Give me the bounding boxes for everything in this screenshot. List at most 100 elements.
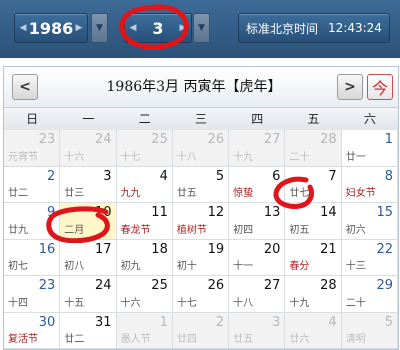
clock-label: 标准北京时间 xyxy=(246,21,319,36)
day-cell[interactable]: 24 十六 xyxy=(60,130,117,167)
day-number: 26 xyxy=(207,132,225,147)
month-prev-arrow-icon[interactable]: ◀ xyxy=(125,14,141,42)
year-next-arrow-icon[interactable]: ▶ xyxy=(71,14,87,42)
year-dropdown-icon[interactable]: ▼ xyxy=(91,13,108,43)
weekday-label: 五 xyxy=(307,112,320,126)
day-number: 21 xyxy=(320,241,337,257)
calendar-title: 1986年3月 丙寅年【虎年】 xyxy=(106,79,282,95)
day-cell[interactable]: 18 初九 xyxy=(116,239,173,276)
day-number: 1 xyxy=(159,314,168,330)
day-number: 10 xyxy=(95,205,112,220)
day-cell[interactable]: 13 初四 xyxy=(229,203,286,240)
day-cell[interactable]: 2 廿二 xyxy=(4,166,61,203)
lunar-date: 十八 xyxy=(233,297,254,309)
day-number: 17 xyxy=(95,241,112,257)
day-number: 13 xyxy=(263,205,281,220)
day-number: 5 xyxy=(384,314,393,330)
weekday-label: 一 xyxy=(82,112,95,126)
day-cell[interactable]: 15 初六 xyxy=(341,203,398,240)
day-cell[interactable]: 22 十三 xyxy=(341,239,398,276)
lunar-date: 清明 xyxy=(345,334,366,345)
prev-month-button[interactable]: < xyxy=(12,74,38,100)
day-number: 24 xyxy=(95,132,112,147)
lunar-date: 愚人节 xyxy=(120,334,151,345)
day-cell[interactable]: 3 廿五 xyxy=(229,312,286,349)
beijing-clock: 标准北京时间 12:43:24 xyxy=(238,13,390,43)
lunar-date: 春龙节 xyxy=(120,224,151,236)
lunar-date: 初八 xyxy=(64,261,85,272)
day-cell[interactable]: 16 初七 xyxy=(4,239,61,276)
day-cell[interactable]: 17 初八 xyxy=(60,239,117,276)
weekday-label: 二 xyxy=(138,112,151,126)
lunar-date: 春分 xyxy=(289,261,310,272)
lunar-date: 廿一 xyxy=(345,151,366,163)
day-number: 25 xyxy=(151,132,168,147)
day-cell[interactable]: 2 廿四 xyxy=(172,312,230,349)
day-cell[interactable]: 26 十七 xyxy=(172,276,230,313)
day-cell[interactable]: 23 元宵节 xyxy=(4,130,61,167)
day-cell[interactable]: 20 十一 xyxy=(229,239,286,276)
day-cell[interactable]: 9 廿九 xyxy=(4,203,61,240)
day-cell[interactable]: 25 十六 xyxy=(116,276,173,313)
lunar-date: 二十 xyxy=(289,151,310,163)
day-cell[interactable]: 31 廿二 xyxy=(60,312,117,349)
day-cell[interactable]: 26 十八 xyxy=(172,130,230,167)
day-cell[interactable]: 8 妇女节 xyxy=(341,166,398,203)
lunar-date: 廿二 xyxy=(64,334,85,345)
lunar-date: 十六 xyxy=(120,297,141,309)
day-cell[interactable]: 24 十五 xyxy=(60,276,117,313)
day-cell[interactable]: 1 廿一 xyxy=(341,130,398,167)
month-next-arrow-icon[interactable]: ▶ xyxy=(175,14,191,42)
day-number: 7 xyxy=(328,168,337,184)
lunar-date: 十一 xyxy=(233,261,254,272)
day-number: 9 xyxy=(47,205,56,220)
day-number: 8 xyxy=(384,168,393,184)
lunar-date: 复活节 xyxy=(8,334,38,345)
day-cell[interactable]: 7 廿七 xyxy=(285,166,342,203)
day-number: 3 xyxy=(103,168,112,184)
year-spinner[interactable]: ◀ 1986 ▶ xyxy=(14,13,88,43)
day-cell[interactable]: 5 清明 xyxy=(341,312,398,349)
day-cell[interactable]: 12 植树节 xyxy=(172,203,230,240)
day-number: 28 xyxy=(320,132,337,147)
day-cell[interactable]: 21 春分 xyxy=(285,239,342,276)
day-cell[interactable]: 23 十四 xyxy=(4,276,61,313)
year-value: 1986 xyxy=(28,18,74,38)
day-number: 23 xyxy=(38,278,56,293)
lunar-date: 廿五 xyxy=(176,188,197,199)
day-cell[interactable]: 29 二十 xyxy=(341,276,398,313)
day-number: 14 xyxy=(320,205,337,220)
day-cell[interactable]: 4 廿六 xyxy=(285,312,342,349)
calendar-panel: < 1986年3月 丙寅年【虎年】 > 今 日一二三四五六 23 元宵节 24 十六 2… xyxy=(3,66,399,350)
day-cell[interactable]: 3 廿三 xyxy=(60,166,117,203)
lunar-date: 初九 xyxy=(120,261,141,272)
month-spinner[interactable]: ◀ 3 ▶ xyxy=(124,13,192,43)
day-number: 22 xyxy=(376,241,393,257)
day-number: 27 xyxy=(263,278,281,293)
day-number: 2 xyxy=(215,314,225,330)
day-cell[interactable]: 14 初五 xyxy=(285,203,342,240)
day-cell[interactable]: 19 初十 xyxy=(172,239,230,276)
day-cell[interactable]: 5 廿五 xyxy=(172,166,230,203)
day-cell[interactable]: 27 十九 xyxy=(229,130,286,167)
lunar-date: 十九 xyxy=(289,297,310,309)
day-cell[interactable]: 11 春龙节 xyxy=(116,203,173,240)
lunar-date: 十八 xyxy=(176,151,197,163)
day-cell[interactable]: 30 复活节 xyxy=(4,312,61,349)
day-cell[interactable]: 28 二十 xyxy=(285,130,342,167)
day-cell[interactable]: 27 十八 xyxy=(229,276,286,313)
lunar-date: 元宵节 xyxy=(8,151,38,163)
day-cell[interactable]: 28 十九 xyxy=(285,276,342,313)
day-number: 18 xyxy=(151,241,168,257)
month-dropdown-icon[interactable]: ▼ xyxy=(193,13,210,43)
lunar-date: 十七 xyxy=(120,151,141,163)
day-cell[interactable]: 10 二月 xyxy=(60,203,117,240)
day-cell[interactable]: 1 愚人节 xyxy=(116,312,173,349)
day-cell[interactable]: 4 九九 xyxy=(116,166,173,203)
day-number: 20 xyxy=(263,241,281,257)
today-button[interactable]: 今 xyxy=(367,74,393,100)
day-cell[interactable]: 6 惊蛰 xyxy=(229,166,286,203)
next-month-button[interactable]: > xyxy=(337,74,363,100)
weekday-label: 日 xyxy=(26,112,39,126)
day-cell[interactable]: 25 十七 xyxy=(116,130,173,167)
